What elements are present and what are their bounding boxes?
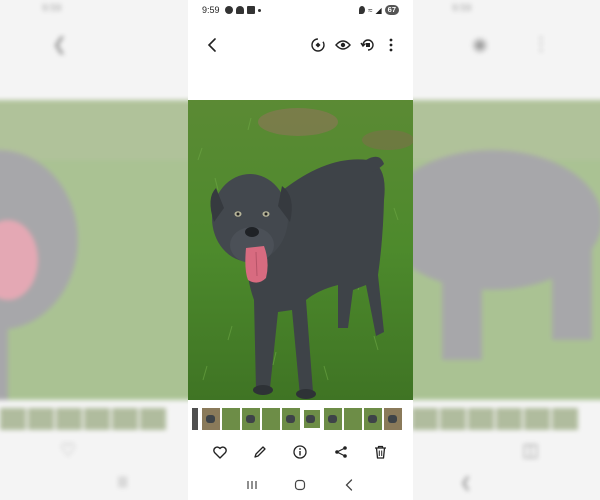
thumbnail[interactable]	[262, 408, 280, 430]
thumbnail[interactable]	[282, 408, 300, 430]
system-navigation-bar	[188, 474, 413, 496]
status-bar: 9:59 ≈ ◢ 67	[188, 0, 413, 20]
signal-icon: ◢	[375, 5, 382, 15]
home-icon[interactable]	[291, 476, 309, 494]
back-nav-icon[interactable]	[340, 476, 358, 494]
thumbnail[interactable]	[222, 408, 240, 430]
eye-icon[interactable]	[334, 36, 352, 54]
ghost-heart-icon: ♡	[60, 440, 77, 460]
ghost-photo-left	[0, 100, 188, 400]
more-vertical-icon[interactable]	[382, 36, 400, 54]
thumbnail-current[interactable]	[302, 408, 322, 430]
viewer-action-bar	[188, 440, 413, 464]
thumbnail[interactable]	[202, 408, 220, 430]
thumbnail[interactable]	[242, 408, 260, 430]
thumbnail[interactable]	[344, 408, 362, 430]
filmstrip-edge	[192, 408, 198, 430]
notification-icons	[224, 6, 261, 14]
share-icon[interactable]	[332, 443, 350, 461]
photo-viewer-screen: 9:59 ≈ ◢ 67	[188, 0, 413, 500]
system-icons: ≈ ◢ 67	[359, 5, 399, 15]
info-icon[interactable]	[291, 443, 309, 461]
previous-photo-ghost: 9:59 ❮ ♡ |||	[0, 0, 188, 500]
thumbnail[interactable]	[324, 408, 342, 430]
wifi-icon: ≈	[368, 5, 373, 15]
next-photo-ghost: 9:59 ◉ ⋮ ◫ ❮	[412, 0, 600, 500]
rotate-icon[interactable]	[359, 36, 377, 54]
back-arrow-icon[interactable]	[203, 36, 221, 54]
pencil-icon[interactable]	[251, 443, 269, 461]
more-notifications-dot	[257, 8, 261, 12]
ghost-recent-apps-icon: |||	[118, 474, 128, 488]
ghost-status-time-right: 9:59	[452, 3, 472, 14]
ghost-status-time-left: 9:59	[42, 3, 62, 14]
ghost-more-icon: ⋮	[532, 34, 550, 54]
thumbnail[interactable]	[364, 408, 382, 430]
recent-apps-icon[interactable]	[243, 476, 261, 494]
ghost-eye-icon: ◉	[472, 34, 488, 54]
viewer-top-bar	[188, 30, 413, 60]
thumbnail-filmstrip[interactable]	[188, 407, 413, 431]
status-time: 9:59	[202, 5, 220, 15]
main-photo[interactable]	[188, 100, 413, 400]
trash-icon[interactable]	[372, 443, 390, 461]
ghost-trash-icon: ◫	[522, 440, 540, 460]
remaster-icon[interactable]	[309, 36, 327, 54]
facebook-icon	[224, 6, 233, 14]
ghost-filmstrip-left	[0, 408, 166, 430]
cloud-icon	[235, 6, 244, 14]
ghost-photo-right	[412, 100, 600, 400]
battery-indicator: 67	[384, 5, 399, 15]
next-photo-panel[interactable]: 9:59 ◉ ⋮ ◫ ❮	[412, 0, 600, 500]
dog-photo-illustration	[188, 100, 413, 400]
location-icon	[359, 6, 366, 14]
ghost-back-nav-icon: ❮	[460, 474, 472, 490]
ghost-back-arrow-icon: ❮	[52, 34, 68, 54]
heart-icon[interactable]	[211, 443, 229, 461]
mail-icon	[246, 6, 255, 14]
previous-photo-panel[interactable]: 9:59 ❮ ♡ |||	[0, 0, 188, 500]
thumbnail[interactable]	[384, 408, 402, 430]
ghost-filmstrip-right	[412, 408, 578, 430]
